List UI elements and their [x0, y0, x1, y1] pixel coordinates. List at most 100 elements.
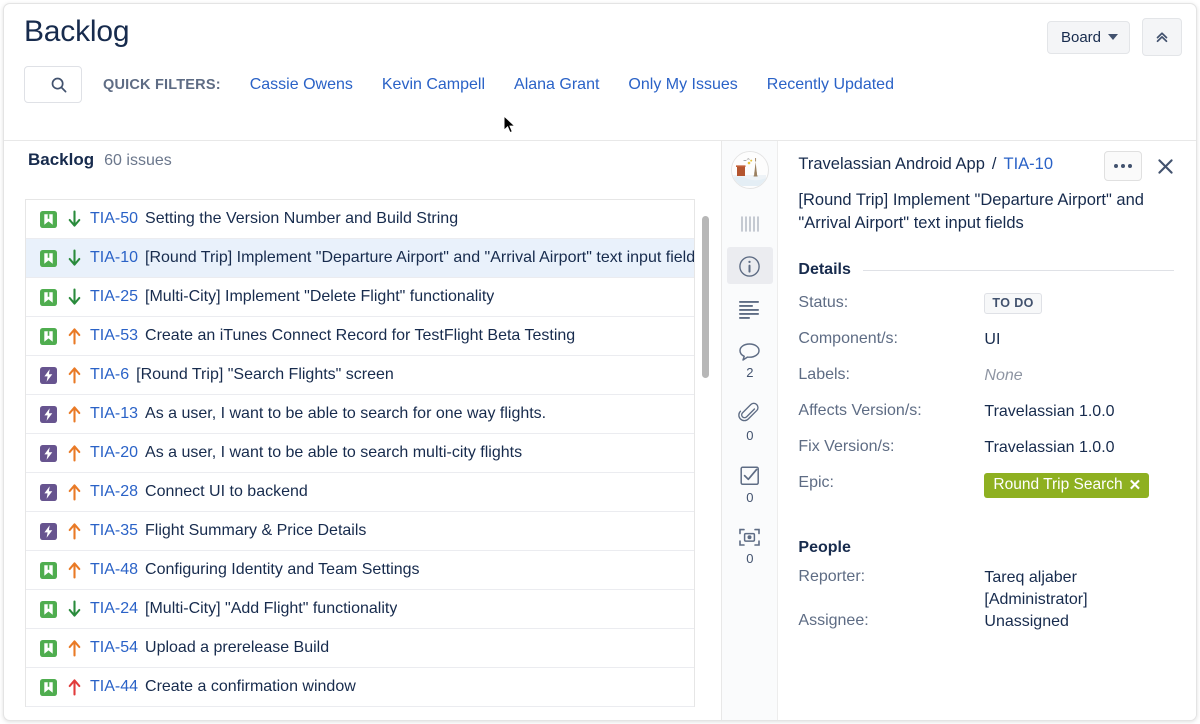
- rail-tab-screenshots[interactable]: 0: [727, 519, 773, 572]
- issue-key-link[interactable]: TIA-20: [90, 444, 138, 462]
- paperclip-icon: [738, 402, 761, 425]
- issue-summary: [Multi-City] Implement "Delete Flight" f…: [145, 288, 494, 306]
- issue-summary: As a user, I want to be able to search m…: [145, 444, 522, 462]
- task-icon: [40, 250, 57, 267]
- search-input[interactable]: [24, 66, 82, 103]
- table-row[interactable]: TIA-44Create a confirmation window: [26, 668, 694, 707]
- arrow-up-icon: [68, 405, 81, 423]
- breadcrumb: Travelassian Android App / TIA-10: [798, 155, 1174, 185]
- table-row[interactable]: TIA-24 [Multi-City] "Add Flight" function…: [26, 590, 694, 629]
- rail-tab-attachments[interactable]: 0: [727, 394, 773, 449]
- rail-tab-details[interactable]: [727, 247, 773, 284]
- table-row[interactable]: TIA-10[Round Trip] Implement "Departure …: [26, 239, 694, 278]
- rail-tab-subtasks[interactable]: 0: [727, 457, 773, 511]
- arrow-up-icon: [68, 444, 81, 462]
- close-detail-button[interactable]: [1154, 155, 1176, 177]
- people-field-row: Assignee:Unassigned: [798, 611, 1174, 647]
- comment-count: 2: [746, 365, 753, 380]
- rail-tab-description[interactable]: [727, 292, 773, 326]
- arrow-up-icon: [68, 561, 81, 579]
- close-small-icon[interactable]: ✕: [1129, 478, 1142, 493]
- quick-filter-only-my-issues[interactable]: Only My Issues: [628, 76, 737, 94]
- arrow-up-icon: [67, 639, 82, 657]
- arrow-up-icon: [68, 366, 81, 384]
- arrow-up-icon: [68, 522, 81, 540]
- arrow-down-icon: [67, 600, 82, 618]
- backlog-issue-count: 60 issues: [104, 152, 172, 170]
- field-value: None: [984, 365, 1022, 387]
- field-value: Unassigned: [984, 611, 1069, 633]
- issue-summary: Upload a prerelease Build: [145, 639, 329, 657]
- issue-key-link[interactable]: TIA-50: [90, 210, 138, 228]
- issue-key-link[interactable]: TIA-44: [90, 678, 138, 696]
- quick-filter-cassie-owens[interactable]: Cassie Owens: [250, 76, 353, 94]
- header-actions: Board: [1047, 18, 1182, 56]
- search-icon: [50, 76, 68, 94]
- quick-filter-recently-updated[interactable]: Recently Updated: [767, 76, 894, 94]
- rail-drag-handle[interactable]: [727, 207, 773, 239]
- issue-summary: [Multi-City] "Add Flight" functionality: [145, 600, 397, 618]
- field-label: Reporter:: [798, 567, 984, 586]
- status-badge[interactable]: TO DO: [984, 293, 1041, 314]
- collapse-header-button[interactable]: [1142, 18, 1182, 56]
- issue-key-link[interactable]: TIA-13: [90, 405, 138, 423]
- checklist-icon: [739, 465, 761, 487]
- table-row[interactable]: TIA-53Create an iTunes Connect Record fo…: [26, 317, 694, 356]
- story-icon: [40, 445, 57, 462]
- issue-key-link[interactable]: TIA-24: [90, 600, 138, 618]
- backlog-scrollbar[interactable]: [702, 216, 709, 378]
- task-icon: [40, 250, 57, 267]
- field-label: Epic:: [798, 473, 984, 492]
- comment-bubble-icon: [738, 342, 761, 362]
- table-row[interactable]: TIA-20 As a user, I want to be able to se…: [26, 434, 694, 473]
- board-dropdown-button[interactable]: Board: [1047, 21, 1130, 54]
- issue-summary: [Round Trip] "Search Flights" screen: [136, 366, 394, 384]
- table-row[interactable]: TIA-50Setting the Version Number and Bui…: [26, 200, 694, 239]
- issue-key-link[interactable]: TIA-48: [90, 561, 138, 579]
- people-section-header: People: [798, 539, 1174, 557]
- issue-key-link[interactable]: TIA-54: [90, 639, 138, 657]
- avatar: [731, 151, 769, 189]
- breadcrumb-project[interactable]: Travelassian Android App: [798, 155, 985, 174]
- story-icon: [40, 367, 57, 384]
- issue-key-link[interactable]: TIA-28: [90, 483, 138, 501]
- task-icon: [40, 328, 57, 345]
- quick-filter-kevin-campell[interactable]: Kevin Campell: [382, 76, 485, 94]
- task-icon: [40, 211, 57, 228]
- ellipsis-icon-dot: [1121, 164, 1125, 168]
- eiffel-tower-avatar-image: [732, 152, 766, 186]
- table-row[interactable]: TIA-28Connect UI to backend: [26, 473, 694, 512]
- details-field-table: Status:TO DOComponent/s:UILabels:NoneAff…: [798, 293, 1174, 509]
- task-icon: [40, 289, 57, 306]
- epic-tag-label: Round Trip Search: [993, 476, 1122, 494]
- table-row[interactable]: TIA-54 Upload a prerelease Build: [26, 629, 694, 668]
- field-label: Assignee:: [798, 611, 984, 630]
- table-row[interactable]: TIA-6 [Round Trip] "Search Flights" scree…: [26, 356, 694, 395]
- backlog-pane: Backlog 60 issues TIA-50Setting the Vers…: [4, 141, 722, 720]
- arrow-up-icon: [67, 366, 82, 384]
- issue-key-link[interactable]: TIA-53: [90, 327, 138, 345]
- page-header: Backlog Board QUICK FILTERS: Cas: [4, 4, 1196, 141]
- table-row[interactable]: TIA-25 [Multi-City] Implement "Delete Fli…: [26, 278, 694, 317]
- more-actions-button[interactable]: [1104, 151, 1142, 181]
- table-row[interactable]: TIA-13As a user, I want to be able to se…: [26, 395, 694, 434]
- issue-key-link[interactable]: TIA-35: [90, 522, 138, 540]
- breadcrumb-issue-key[interactable]: TIA-10: [1004, 155, 1054, 174]
- table-row[interactable]: TIA-35Flight Summary & Price Details: [26, 512, 694, 551]
- chevron-down-icon: [1108, 34, 1118, 40]
- people-field-row: Reporter:Tareq aljaber [Administrator]: [798, 567, 1174, 611]
- field-value-cell: None: [984, 365, 1022, 387]
- field-value-cell: Round Trip Search ✕: [984, 473, 1149, 498]
- arrow-up-icon: [67, 444, 82, 462]
- arrow-down-icon: [67, 210, 82, 228]
- field-label: Status:: [798, 293, 984, 312]
- details-section-header: Details: [798, 261, 1174, 279]
- issue-key-link[interactable]: TIA-25: [90, 288, 138, 306]
- table-row[interactable]: TIA-48Configuring Identity and Team Sett…: [26, 551, 694, 590]
- issue-key-link[interactable]: TIA-6: [90, 366, 129, 384]
- epic-tag[interactable]: Round Trip Search ✕: [984, 473, 1149, 498]
- rail-tab-comments[interactable]: 2: [727, 334, 773, 386]
- field-value: Tareq aljaber [Administrator]: [984, 567, 1164, 611]
- issue-key-link[interactable]: TIA-10: [90, 249, 138, 267]
- quick-filter-alana-grant[interactable]: Alana Grant: [514, 76, 599, 94]
